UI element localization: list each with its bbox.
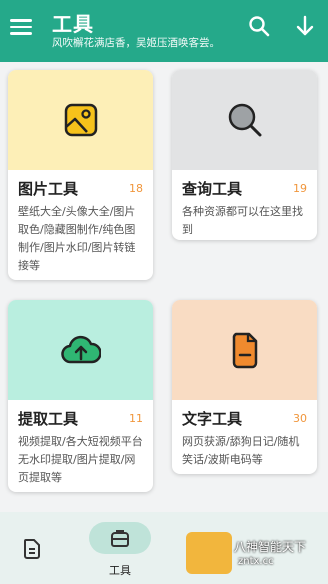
app-bar: 工具 风吹檞花满店香，吴姬压酒唤客尝。	[0, 0, 328, 62]
card-description: 各种资源都可以在这里找到	[182, 205, 303, 236]
card-description: 网页获源/舔狗日记/随机笑话/波斯电码等	[182, 435, 300, 466]
watermark-url: zntx.cc	[238, 556, 274, 567]
search-icon	[228, 103, 261, 137]
card-title: 文字工具	[182, 410, 243, 428]
card-description: 壁纸大全/头像大全/图片取色/隐藏图制作/纯色图制作/图片水印/图片转链接等	[18, 205, 136, 272]
card-title: 图片工具	[18, 180, 79, 198]
card-hero	[8, 300, 153, 400]
card-extract-tools[interactable]: 提取工具 11 视频提取/各大短视频平台无水印提取/图片提取/网页提取等	[8, 300, 153, 492]
nav-tools-button[interactable]	[89, 522, 151, 554]
nav-tools-label: 工具	[109, 564, 131, 577]
card-count: 30	[293, 412, 307, 425]
watermark-logo	[186, 532, 232, 574]
card-count: 19	[293, 182, 307, 195]
card-count: 18	[129, 182, 143, 195]
page-title: 工具	[52, 12, 94, 36]
document-icon	[232, 332, 257, 369]
toolbox-icon	[111, 530, 129, 547]
cloud-upload-icon	[60, 335, 101, 364]
document-icon[interactable]	[22, 538, 42, 560]
card-hero	[172, 70, 317, 170]
card-count: 11	[129, 412, 143, 425]
watermark-text: 八神智能天下	[234, 540, 307, 554]
card-description: 视频提取/各大短视频平台无水印提取/图片提取/网页提取等	[18, 435, 143, 484]
card-image-tools[interactable]: 图片工具 18 壁纸大全/头像大全/图片取色/隐藏图制作/纯色图制作/图片水印/…	[8, 70, 153, 280]
image-icon	[64, 103, 97, 137]
card-text-tools[interactable]: 文字工具 30 网页获源/舔狗日记/随机笑话/波斯电码等	[172, 300, 317, 474]
page-subtitle: 风吹檞花满店香，吴姬压酒唤客尝。	[52, 37, 220, 49]
card-hero	[8, 70, 153, 170]
card-query-tools[interactable]: 查询工具 19 各种资源都可以在这里找到	[172, 70, 317, 240]
card-title: 提取工具	[18, 410, 79, 428]
card-hero	[172, 300, 317, 400]
card-title: 查询工具	[182, 180, 243, 198]
menu-icon[interactable]	[10, 16, 32, 36]
search-icon[interactable]	[248, 15, 270, 37]
watermark: 八神智能天下 zntx.cc	[186, 532, 322, 574]
arrow-down-icon[interactable]	[294, 14, 316, 38]
